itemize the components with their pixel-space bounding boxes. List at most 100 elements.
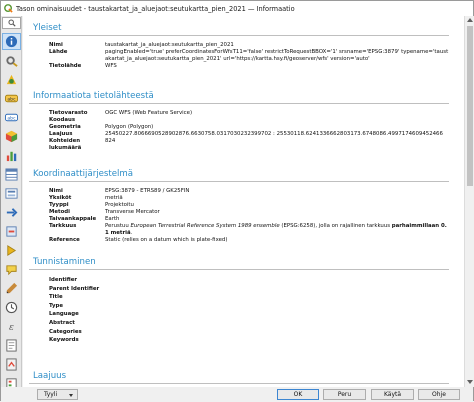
info-row: Language [29, 310, 449, 319]
scrollbar-thumb[interactable] [467, 26, 473, 186]
row-value [101, 285, 449, 294]
row-value [101, 302, 449, 311]
qgis-logo-icon [4, 4, 13, 13]
sidebar-item-variables[interactable]: ε [2, 318, 21, 335]
row-value [101, 293, 449, 302]
row-key: Nimi [49, 42, 63, 48]
info-row: Laajuus 25450227.8066690528902876.663075… [29, 131, 449, 138]
ok-button[interactable]: OK [277, 389, 319, 400]
info-row: Keywords [29, 336, 449, 345]
info-row: Koodaus [29, 117, 449, 124]
row-value: Static (relies on a datum which is plate… [105, 237, 228, 243]
cancel-button[interactable]: Peru [323, 389, 366, 400]
row-value: OGC WFS (Web Feature Service) [105, 110, 193, 116]
information-icon [5, 35, 18, 48]
layer-properties-window: Tason ominaisuudet - taustakartat_ja_alu… [0, 0, 474, 402]
row-value: Perustuu European Terrestrial Reference … [99, 223, 449, 237]
sidebar-item-auxiliary-storage[interactable] [2, 223, 21, 240]
section-heading-crs: Koordinaattijärjestelmä [29, 166, 449, 182]
sidebar-item-attributes-form[interactable] [2, 185, 21, 202]
svg-text:abc: abc [7, 97, 16, 103]
section-heading-identification: Tunnistaminen [29, 254, 449, 270]
row-value: WFS [105, 63, 117, 69]
row-value: Earth [105, 216, 120, 222]
section-heading-source-info: Informaatiota tietolähteestä [29, 88, 449, 104]
row-value [101, 328, 449, 337]
sidebar-item-information[interactable] [2, 33, 21, 50]
row-key: Tietolähde [49, 63, 82, 69]
accuracy-datum: European Terrestrial Reference System 19… [130, 223, 280, 229]
dependencies-icon [6, 358, 17, 371]
rendering-icon [6, 282, 18, 294]
accuracy-text: . [130, 230, 133, 236]
sidebar-item-metadata[interactable] [2, 337, 21, 354]
sidebar-item-labels[interactable]: abc [2, 90, 21, 107]
row-value: Projektoitu [105, 202, 134, 208]
row-key: Nimi [49, 188, 63, 194]
section-crs: Koordinaattijärjestelmä Nimi EPSG:3879 -… [29, 166, 449, 244]
row-value: taustakartat_ja_aluejaot:seutukartta_pie… [105, 42, 234, 48]
chevron-down-icon [69, 394, 73, 397]
row-value [101, 319, 449, 328]
info-row: Tietovarasto OGC WFS (Web Feature Servic… [29, 110, 449, 117]
svg-text:ε: ε [9, 322, 14, 333]
row-value [101, 276, 449, 285]
sidebar-item-dependencies[interactable] [2, 356, 21, 373]
labels-icon: abc [5, 94, 18, 103]
info-row: Identifier [29, 276, 449, 285]
sidebar-item-masks[interactable]: abc [2, 109, 21, 126]
info-row: Tarkkuus Perustuu European Terrestrial R… [29, 223, 449, 237]
info-row: Kohteiden lukumäärä 824 [29, 138, 449, 152]
vertical-scrollbar[interactable] [464, 16, 474, 387]
section-extent: Laajuus [29, 368, 449, 384]
sidebar: abc abc ε [1, 16, 22, 389]
row-key: Categories [49, 328, 82, 335]
auxiliary-storage-icon [6, 226, 17, 237]
info-row: Type [29, 302, 449, 311]
sidebar-item-actions[interactable] [2, 242, 21, 259]
info-row: Categories [29, 328, 449, 337]
row-value [101, 310, 449, 319]
sidebar-item-3d-view[interactable] [2, 128, 21, 145]
info-row: Reference Static (relies on a datum whic… [29, 237, 449, 244]
title-bar[interactable]: Tason ominaisuudet - taustakartat_ja_alu… [1, 1, 473, 16]
display-icon [6, 265, 17, 276]
joins-icon [6, 208, 18, 217]
3d-view-icon [5, 130, 18, 143]
row-key: Parent Identifier [49, 285, 100, 292]
help-button[interactable]: Ohje [418, 389, 460, 400]
row-value: EPSG:3879 - ETRS89 / GK25FIN [105, 188, 190, 194]
section-heading-extent: Laajuus [29, 368, 449, 384]
sidebar-item-symbology[interactable] [2, 71, 21, 88]
row-key: Metodi [49, 209, 71, 215]
sidebar-item-joins[interactable] [2, 204, 21, 221]
row-value [101, 336, 449, 345]
masks-icon: abc [5, 113, 18, 122]
sidebar-item-display[interactable] [2, 261, 21, 278]
fields-icon [5, 168, 18, 181]
row-key: Identifier [49, 277, 78, 283]
sidebar-item-diagrams[interactable] [2, 147, 21, 164]
apply-button[interactable]: Käytä [371, 389, 414, 400]
row-key: Abstract [49, 319, 75, 326]
svg-text:abc: abc [7, 116, 16, 122]
style-dropdown-button[interactable]: Tyyli [37, 389, 78, 400]
scroll-up-arrow-icon[interactable] [467, 18, 473, 22]
sidebar-item-temporal[interactable] [2, 299, 21, 316]
info-row: Geometria Polygon (Polygon) [29, 124, 449, 131]
row-key: Koodaus [49, 117, 76, 123]
row-key: Reference [49, 237, 80, 243]
style-button-label: Tyyli [44, 391, 58, 398]
row-key: Lähde [49, 49, 68, 55]
row-value [99, 117, 449, 124]
diagrams-icon [6, 151, 17, 162]
info-row: Nimi taustakartat_ja_aluejaot:seutukartt… [29, 42, 449, 49]
sidebar-item-source[interactable] [2, 52, 21, 69]
row-key: Title [49, 294, 63, 301]
sidebar-item-fields[interactable] [2, 166, 21, 183]
dialog-button-bar: Tyyli OK Peru Käytä Ohje [1, 387, 473, 402]
scroll-down-arrow-icon[interactable] [467, 380, 473, 384]
sidebar-item-rendering[interactable] [2, 280, 21, 297]
info-row: Metodi Transverse Mercator [29, 209, 449, 216]
sidebar-search-field[interactable] [2, 17, 21, 29]
